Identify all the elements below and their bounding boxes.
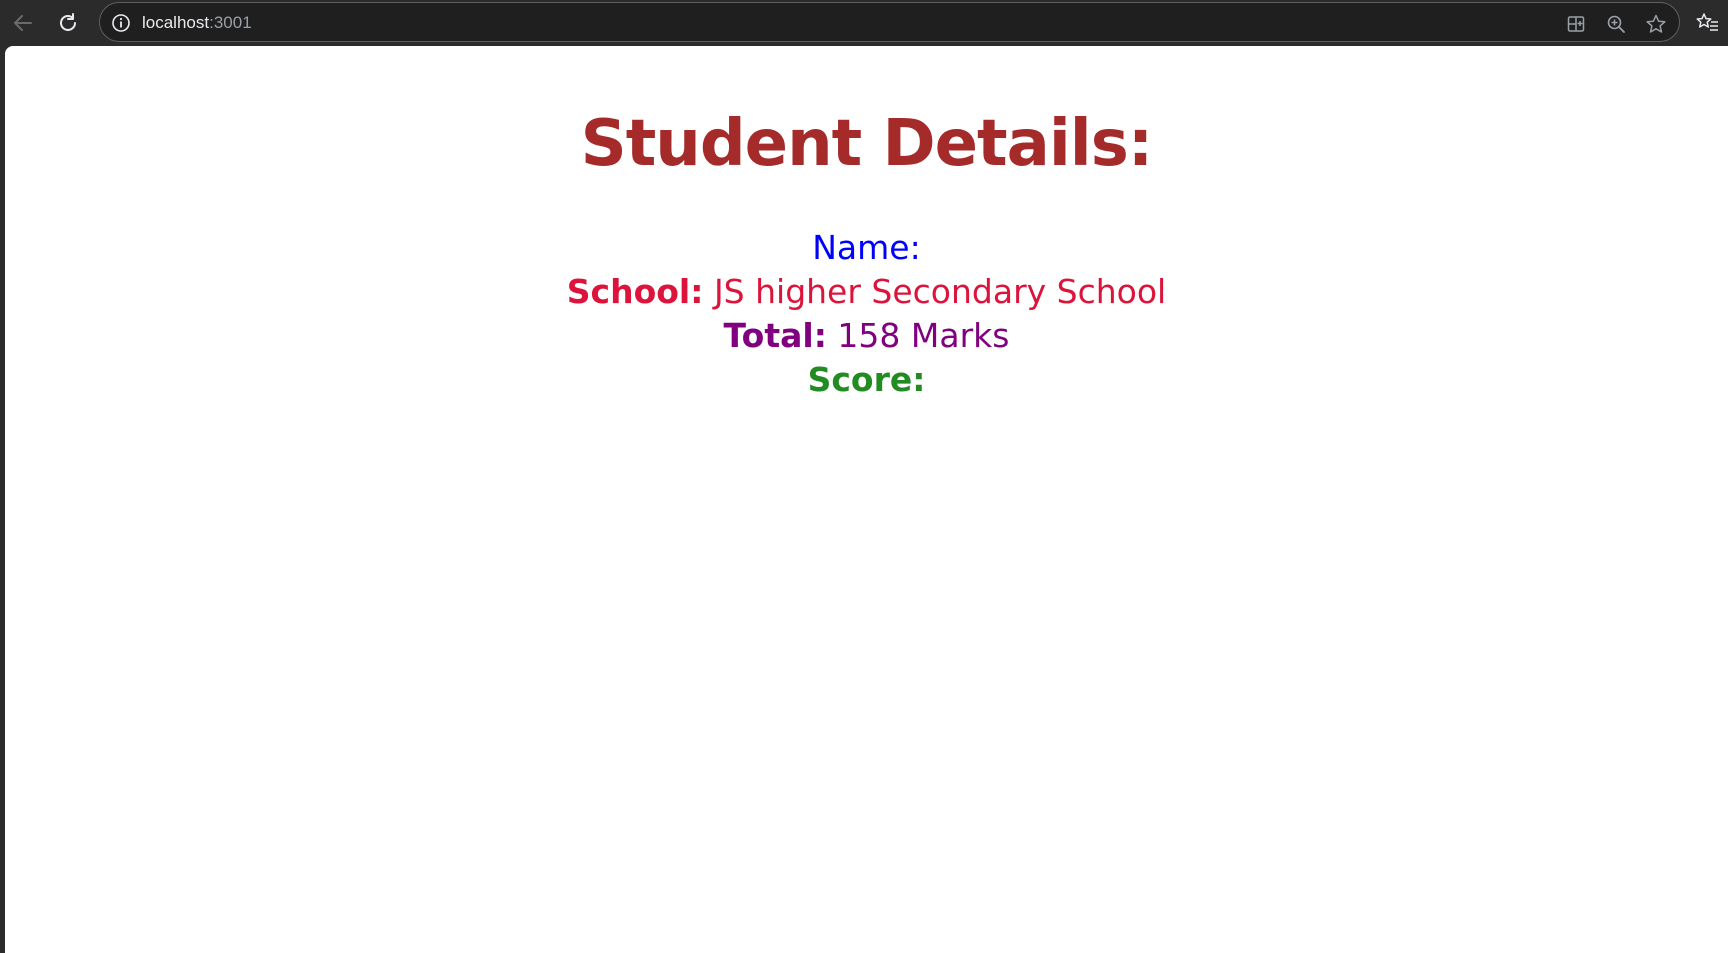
info-circle-icon — [112, 14, 130, 32]
url-port: :3001 — [209, 13, 252, 32]
address-bar[interactable]: localhost:3001 — [99, 2, 1680, 42]
favorites-list-icon — [1696, 13, 1718, 31]
arrow-left-icon — [14, 15, 32, 31]
star-outline-icon — [1646, 14, 1666, 33]
student-details-page: Student Details: Name: School: JS higher… — [5, 104, 1728, 402]
score-row: Score: — [5, 358, 1728, 402]
student-details: Name: School: JS higher Secondary School… — [5, 226, 1728, 402]
total-value: 158 Marks — [837, 316, 1010, 355]
reload-icon — [60, 13, 76, 31]
back-button[interactable] — [7, 7, 39, 39]
total-label: Total: — [723, 316, 827, 355]
split-screen-button[interactable] — [1564, 12, 1588, 36]
reload-button[interactable] — [52, 7, 84, 39]
name-label: Name: — [812, 228, 921, 267]
school-value: JS higher Secondary School — [713, 272, 1167, 311]
page-viewport: Student Details: Name: School: JS higher… — [5, 46, 1728, 953]
page-title: Student Details: — [580, 107, 1154, 181]
favorite-button[interactable] — [1644, 12, 1668, 36]
name-row: Name: — [5, 226, 1728, 270]
browser-toolbar: localhost:3001 — [0, 0, 1728, 46]
score-label: Score: — [807, 360, 926, 399]
school-label: School: — [566, 272, 704, 311]
school-row: School: JS higher Secondary School — [5, 270, 1728, 314]
favorites-menu-button[interactable] — [1696, 11, 1720, 35]
zoom-in-icon — [1607, 15, 1625, 33]
split-screen-icon — [1567, 16, 1585, 32]
site-info-button[interactable] — [110, 12, 132, 34]
url-text[interactable]: localhost:3001 — [142, 12, 252, 34]
total-row: Total: 158 Marks — [5, 314, 1728, 358]
zoom-button[interactable] — [1604, 12, 1628, 36]
url-host: localhost — [142, 13, 210, 32]
